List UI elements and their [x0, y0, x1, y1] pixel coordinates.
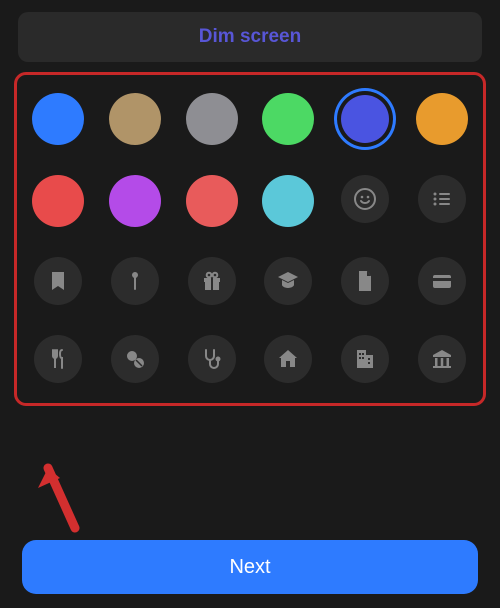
list-icon[interactable] — [418, 175, 466, 223]
next-button[interactable]: Next — [22, 540, 478, 594]
color-swatch-indigo[interactable] — [341, 95, 389, 143]
smiley-icon[interactable] — [341, 175, 389, 223]
credit-card-icon[interactable] — [418, 257, 466, 305]
next-button-label: Next — [229, 556, 270, 579]
bookmark-icon[interactable] — [34, 257, 82, 305]
color-swatch-teal[interactable] — [262, 175, 314, 227]
color-icon-picker — [14, 72, 486, 406]
color-swatch-coral[interactable] — [186, 175, 238, 227]
dim-screen-button[interactable]: Dim screen — [18, 12, 482, 62]
annotation-arrow — [30, 448, 90, 538]
building-icon[interactable] — [341, 335, 389, 383]
document-icon[interactable] — [341, 257, 389, 305]
picker-grid — [27, 93, 473, 383]
pin-icon[interactable] — [111, 257, 159, 305]
house-icon[interactable] — [264, 335, 312, 383]
color-swatch-red[interactable] — [32, 175, 84, 227]
utensils-icon[interactable] — [34, 335, 82, 383]
pills-icon[interactable] — [111, 335, 159, 383]
color-swatch-blue[interactable] — [32, 93, 84, 145]
color-swatch-orange[interactable] — [416, 93, 468, 145]
color-swatch-green[interactable] — [262, 93, 314, 145]
dim-screen-label: Dim screen — [199, 26, 301, 48]
color-swatch-purple[interactable] — [109, 175, 161, 227]
graduation-cap-icon[interactable] — [264, 257, 312, 305]
bank-icon[interactable] — [418, 335, 466, 383]
color-swatch-tan[interactable] — [109, 93, 161, 145]
color-swatch-gray[interactable] — [186, 93, 238, 145]
gift-icon[interactable] — [188, 257, 236, 305]
stethoscope-icon[interactable] — [188, 335, 236, 383]
